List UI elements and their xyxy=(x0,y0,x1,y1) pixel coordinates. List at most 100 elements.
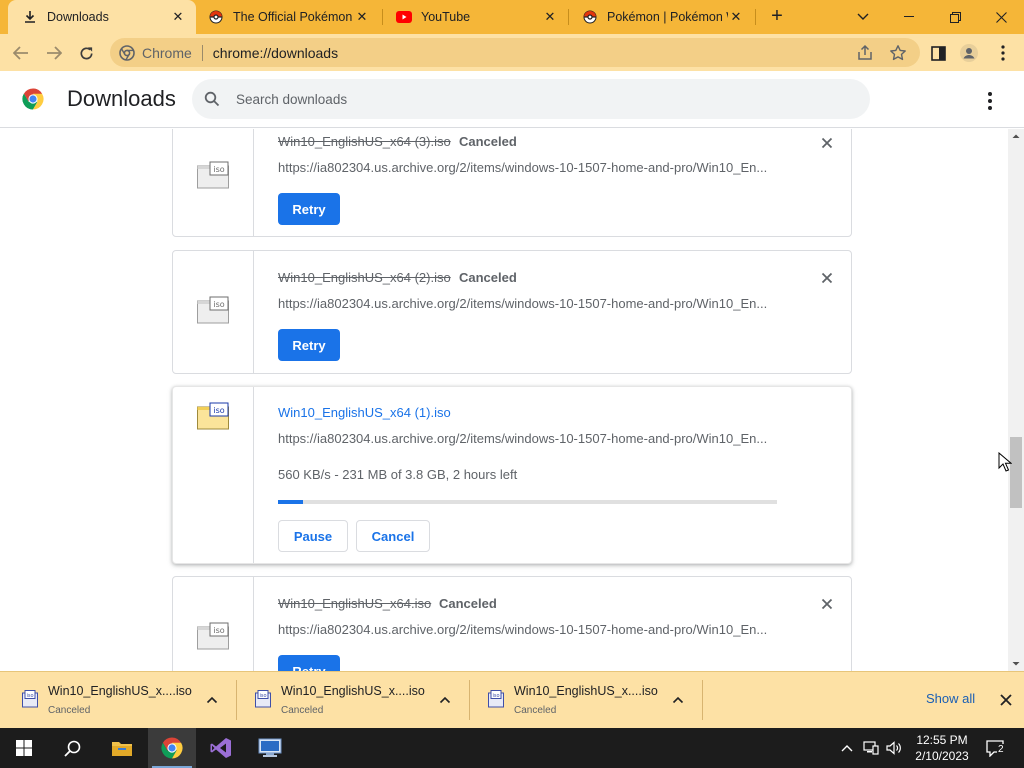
kebab-menu-icon xyxy=(1001,45,1005,61)
source-url[interactable]: https://ia802304.us.archive.org/2/items/… xyxy=(278,622,773,637)
search-box[interactable] xyxy=(192,79,870,119)
tab-youtube[interactable]: YouTube ✕ xyxy=(382,0,568,34)
svg-text:iso: iso xyxy=(213,406,224,415)
pause-button[interactable]: Pause xyxy=(278,520,348,552)
retry-button[interactable]: Retry xyxy=(278,655,340,671)
tab-title: The Official Pokémon W xyxy=(233,10,354,24)
tab-search-button[interactable] xyxy=(840,0,886,34)
cancel-button[interactable]: Cancel xyxy=(356,520,430,552)
chevron-up-icon[interactable] xyxy=(205,693,219,707)
mouse-cursor-icon xyxy=(998,452,1012,472)
taskbar-file-explorer[interactable] xyxy=(98,728,146,768)
browser-menu-button[interactable] xyxy=(990,40,1016,66)
shelf-download-item[interactable]: iso Win10_EnglishUS_x....iso Canceled xyxy=(233,672,466,728)
page-title: Downloads xyxy=(67,86,176,111)
progress-bar xyxy=(278,500,777,504)
taskbar-chrome[interactable] xyxy=(148,728,196,768)
shelf-file-status: Canceled xyxy=(48,705,91,716)
tab-pokemon-official[interactable]: The Official Pokémon W ✕ xyxy=(194,0,380,34)
download-shelf: iso Win10_EnglishUS_x....iso Canceled is… xyxy=(0,671,1024,728)
progress-bar-fill xyxy=(278,500,303,504)
search-input[interactable] xyxy=(236,79,836,119)
scroll-up-arrow-icon[interactable] xyxy=(1008,129,1024,143)
close-shelf-icon[interactable] xyxy=(998,692,1014,708)
shelf-file-status: Canceled xyxy=(514,705,557,716)
tab-title: Downloads xyxy=(47,10,109,24)
notification-center-button[interactable]: 2 xyxy=(980,728,1010,768)
show-all-link[interactable]: Show all xyxy=(926,691,975,706)
file-name[interactable]: Win10_EnglishUS_x64 (3).iso xyxy=(278,134,451,149)
omnibox-divider xyxy=(201,44,203,61)
address-bar[interactable]: Chrome chrome://downloads xyxy=(110,38,920,67)
restore-button[interactable] xyxy=(932,0,978,34)
restore-icon xyxy=(949,11,961,23)
iso-file-icon: iso xyxy=(488,690,504,708)
side-panel-button[interactable] xyxy=(925,40,951,66)
close-tab-icon[interactable]: ✕ xyxy=(728,9,744,25)
forward-button[interactable] xyxy=(41,40,67,66)
source-url[interactable]: https://ia802304.us.archive.org/2/items/… xyxy=(278,160,773,175)
taskbar-remote-desktop[interactable] xyxy=(246,728,294,768)
minimize-button[interactable] xyxy=(886,0,932,34)
visual-studio-icon xyxy=(210,738,231,758)
scroll-down-arrow-icon[interactable] xyxy=(1008,657,1024,671)
chevron-up-icon[interactable] xyxy=(671,693,685,707)
search-icon xyxy=(63,740,80,757)
close-icon xyxy=(995,11,1007,23)
svg-text:iso: iso xyxy=(259,693,266,699)
shelf-download-item[interactable]: iso Win10_EnglishUS_x....iso Canceled xyxy=(0,672,233,728)
scrollbar-thumb[interactable] xyxy=(1010,437,1022,508)
file-name[interactable]: Win10_EnglishUS_x64.iso xyxy=(278,596,431,611)
start-button[interactable] xyxy=(0,728,48,768)
remove-from-list-icon[interactable] xyxy=(819,596,835,612)
page-scrollbar[interactable] xyxy=(1008,129,1024,671)
back-button[interactable] xyxy=(8,40,34,66)
chevron-down-icon xyxy=(857,13,869,20)
download-item: iso Win10_EnglishUS_x64 (2).iso Canceled… xyxy=(172,250,852,374)
show-hidden-icons-button[interactable] xyxy=(838,728,856,768)
taskbar-visual-studio[interactable] xyxy=(197,728,245,768)
taskbar-clock[interactable]: 12:55 PM 2/10/2023 xyxy=(906,732,978,764)
file-name[interactable]: Win10_EnglishUS_x64 (2).iso xyxy=(278,270,451,285)
close-tab-icon[interactable]: ✕ xyxy=(354,9,370,25)
source-url[interactable]: https://ia802304.us.archive.org/2/items/… xyxy=(278,296,773,311)
iso-file-icon: iso xyxy=(197,161,229,189)
shelf-download-item[interactable]: iso Win10_EnglishUS_x....iso Canceled xyxy=(466,672,699,728)
close-tab-icon[interactable]: ✕ xyxy=(170,9,186,25)
download-status: Canceled xyxy=(459,134,517,149)
item-divider xyxy=(253,577,254,671)
reload-icon xyxy=(80,46,92,59)
youtube-icon xyxy=(396,9,412,25)
clock-date: 2/10/2023 xyxy=(915,749,969,763)
speaker-icon xyxy=(886,741,901,755)
source-url[interactable]: https://ia802304.us.archive.org/2/items/… xyxy=(278,431,773,446)
remove-from-list-icon[interactable] xyxy=(819,135,835,151)
download-item: iso Win10_EnglishUS_x64.iso Canceled htt… xyxy=(172,576,852,671)
remote-desktop-icon xyxy=(258,738,282,757)
retry-button[interactable]: Retry xyxy=(278,193,340,225)
chevron-up-icon[interactable] xyxy=(438,693,452,707)
share-icon[interactable] xyxy=(856,44,874,62)
close-window-button[interactable] xyxy=(978,0,1024,34)
remove-from-list-icon[interactable] xyxy=(819,270,835,286)
taskbar-search-button[interactable] xyxy=(48,728,96,768)
tab-downloads[interactable]: Downloads ✕ xyxy=(8,0,196,34)
tab-pokemon[interactable]: Pokémon | Pokémon W ✕ xyxy=(568,0,754,34)
arrow-left-icon xyxy=(13,46,28,60)
url-text[interactable]: chrome://downloads xyxy=(213,45,338,61)
profile-button[interactable] xyxy=(956,40,982,66)
volume-tray-button[interactable] xyxy=(884,728,904,768)
retry-button[interactable]: Retry xyxy=(278,329,340,361)
file-name-link[interactable]: Win10_EnglishUS_x64 (1).iso xyxy=(278,405,451,420)
svg-text:iso: iso xyxy=(213,300,224,309)
close-tab-icon[interactable]: ✕ xyxy=(542,9,558,25)
download-status: Canceled xyxy=(439,596,497,611)
downloads-menu-button[interactable] xyxy=(978,89,1002,113)
bookmark-star-icon[interactable] xyxy=(889,44,907,62)
svg-text:iso: iso xyxy=(26,693,33,699)
new-tab-button[interactable]: + xyxy=(766,5,788,27)
reload-button[interactable] xyxy=(73,40,99,66)
network-tray-button[interactable] xyxy=(860,728,882,768)
side-panel-icon xyxy=(930,45,946,61)
folder-icon xyxy=(112,742,132,756)
